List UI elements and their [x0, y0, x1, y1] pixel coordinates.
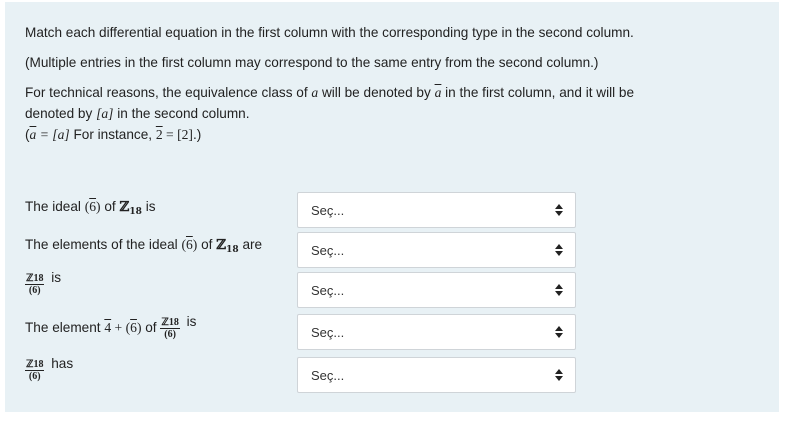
- row-4-ideal: (6): [125, 320, 142, 335]
- row-4-quotient: ℤ18 (6): [160, 316, 180, 340]
- notation-text-c: in the first column, and it will be: [445, 85, 635, 100]
- row-2-ring: ℤ18: [216, 237, 239, 255]
- row-5-suffix: has: [51, 356, 74, 371]
- notation-var-class: [a]: [96, 106, 114, 121]
- row-1-of: of: [104, 199, 116, 214]
- select-arrows-icon: [555, 282, 563, 298]
- row-2-of: of: [201, 237, 213, 252]
- row-2-label: The elements of the ideal (6) of ℤ18 are: [25, 237, 262, 255]
- row-1-select[interactable]: Seç...: [297, 192, 576, 228]
- notation-text-d: denoted by: [25, 106, 93, 121]
- row-1-ring: ℤ18: [119, 199, 142, 217]
- row-4-prefix: The element: [25, 320, 101, 335]
- row-4-of: of: [145, 320, 157, 335]
- select-value: Seç...: [311, 203, 345, 218]
- example-two-bar: 2: [155, 127, 163, 142]
- row-4-select[interactable]: Seç...: [297, 314, 576, 350]
- example-eq2: = [2]: [162, 127, 193, 142]
- row-2-select[interactable]: Seç...: [297, 232, 576, 268]
- row-1-label: The ideal (6) of ℤ18 is: [25, 199, 156, 217]
- row-1-suffix: is: [145, 199, 156, 214]
- row-5-label: ℤ18 (6) has: [25, 356, 73, 382]
- row-3-select[interactable]: Seç...: [297, 272, 576, 308]
- row-1-prefix: The ideal: [25, 199, 81, 214]
- select-arrows-icon: [555, 242, 563, 258]
- example-close: .): [192, 127, 202, 142]
- notation-var-a: a: [311, 85, 319, 100]
- row-2-suffix: are: [242, 237, 263, 252]
- row-2-prefix: The elements of the ideal: [25, 237, 178, 252]
- select-value: Seç...: [311, 243, 345, 258]
- select-value: Seç...: [311, 325, 345, 340]
- notation-var-abar: a: [434, 85, 442, 100]
- notation-text-b: will be denoted by: [321, 85, 431, 100]
- instruction-note: (Multiple entries in the first column ma…: [25, 55, 599, 70]
- select-arrows-icon: [555, 367, 563, 383]
- select-arrows-icon: [555, 202, 563, 218]
- row-4-label: The element 4 + (6) of ℤ18 (6) is: [25, 314, 196, 340]
- notation-text-e: in the second column.: [117, 106, 250, 121]
- example-text: For instance,: [73, 127, 153, 142]
- question-card: Match each differential equation in the …: [5, 2, 779, 412]
- notation-text-a: For technical reasons, the equivalence c…: [25, 85, 308, 100]
- row-3-quotient: ℤ18 (6): [25, 272, 45, 296]
- notation-note: For technical reasons, the equivalence c…: [25, 82, 634, 145]
- row-5-quotient: ℤ18 (6): [25, 358, 45, 382]
- select-arrows-icon: [555, 324, 563, 340]
- example-eq: = [a]: [36, 127, 70, 142]
- row-2-ideal: (6): [181, 237, 198, 252]
- row-1-ideal: (6): [84, 199, 101, 214]
- row-3-suffix: is: [51, 270, 62, 285]
- row-4-plus: +: [111, 320, 126, 335]
- row-3-label: ℤ18 (6) is: [25, 270, 61, 296]
- row-5-select[interactable]: Seç...: [297, 357, 576, 393]
- select-value: Seç...: [311, 283, 345, 298]
- row-4-suffix: is: [186, 314, 197, 329]
- instruction-line: Match each differential equation in the …: [25, 25, 634, 40]
- select-value: Seç...: [311, 368, 345, 383]
